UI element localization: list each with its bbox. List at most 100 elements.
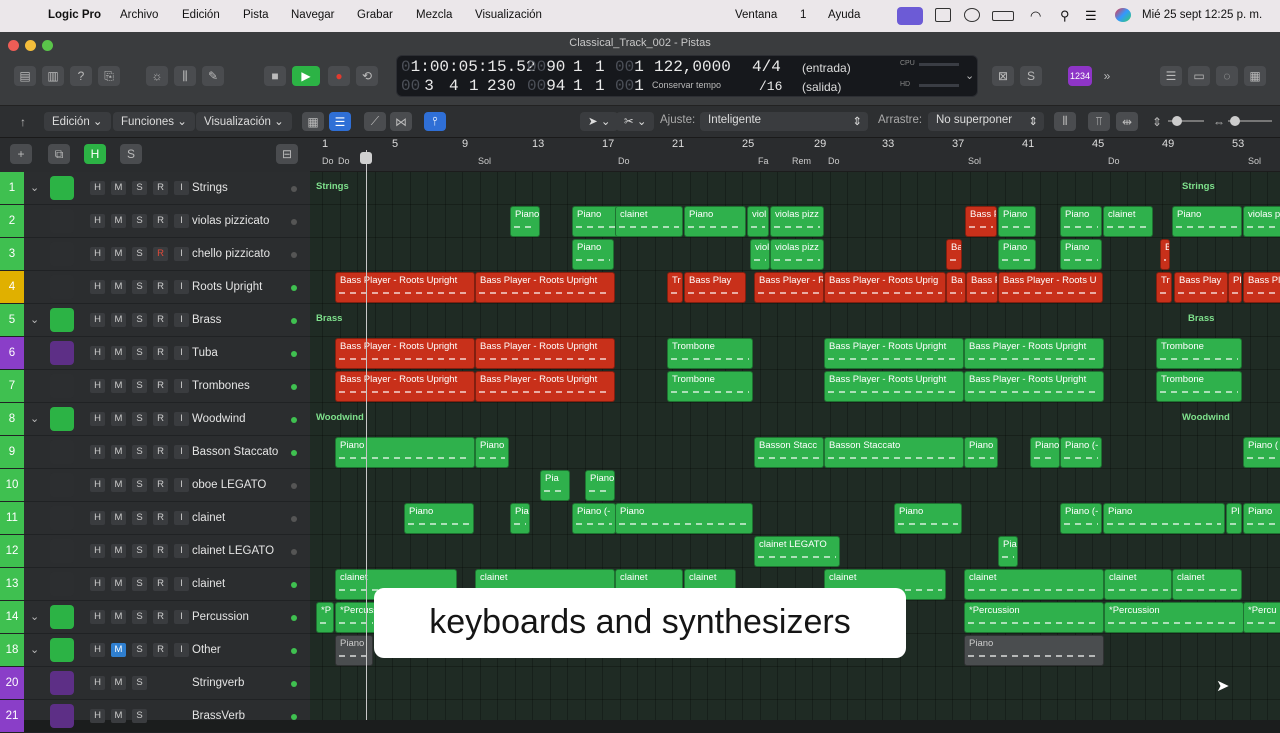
back-arrow-icon[interactable]: ↑ [12, 112, 34, 132]
midi-region[interactable]: *Percu [1243, 602, 1280, 633]
menu-archivo[interactable]: Archivo [120, 9, 158, 21]
quick-help-icon[interactable]: ? [70, 66, 92, 86]
midi-region[interactable]: *Percussion [335, 602, 377, 633]
input-monitor-button[interactable]: I [174, 544, 189, 558]
menu-mezcla[interactable]: Mezcla [416, 9, 452, 21]
track-row[interactable]: 7 H M S R I Trombones [0, 370, 310, 403]
track-number[interactable]: 14 [0, 601, 24, 633]
mute-button[interactable]: M [111, 412, 126, 426]
midi-region[interactable]: viol [747, 206, 769, 237]
solo-button[interactable]: S [132, 676, 147, 690]
track-number[interactable]: 6 [0, 337, 24, 369]
menu-grabar[interactable]: Grabar [357, 9, 393, 21]
toolbar-icon[interactable]: ⎘ [98, 66, 120, 86]
lcd-display[interactable]: 01:00:05:15.52 0090 1 1 001 00 3 4 1 230 … [396, 55, 978, 97]
midi-region[interactable]: Ba [1160, 239, 1170, 270]
track-activity-led[interactable] [291, 714, 297, 720]
solo-button[interactable]: S [132, 181, 147, 195]
track-name[interactable]: Tuba [192, 347, 218, 359]
midi-region[interactable]: *P [316, 602, 334, 633]
chord-marker[interactable]: Sol [1248, 156, 1261, 166]
hide-button[interactable]: H [90, 247, 105, 261]
track-row[interactable]: 18 ⌄ H M S R I Other [0, 634, 310, 667]
track-activity-led[interactable] [291, 516, 297, 522]
count-in-badge[interactable]: 1234 [1068, 66, 1092, 86]
lcd-output[interactable]: (salida) [802, 80, 841, 94]
record-button[interactable]: R [153, 511, 168, 525]
midi-region[interactable]: Pia [540, 470, 570, 501]
solo-button[interactable]: S [132, 412, 147, 426]
pointer-tool-button[interactable]: ➤ ⌄ [580, 112, 619, 131]
mute-button[interactable]: M [111, 676, 126, 690]
mute-button[interactable]: M [111, 610, 126, 624]
record-button[interactable]: R [153, 280, 168, 294]
hide-button[interactable]: H [90, 544, 105, 558]
track-activity-led[interactable] [291, 582, 297, 588]
input-monitor-button[interactable]: I [174, 346, 189, 360]
disclosure-triangle-icon[interactable]: ⌄ [30, 610, 39, 623]
track-row[interactable]: 9 H M S R I Basson Staccato [0, 436, 310, 469]
midi-region[interactable]: *Percussion [1104, 602, 1244, 633]
record-button[interactable]: R [153, 313, 168, 327]
midi-region[interactable]: Pia [998, 536, 1018, 567]
midi-region[interactable]: clainet [1172, 569, 1242, 600]
midi-region[interactable]: Trombone [1156, 338, 1242, 369]
midi-region[interactable]: Basson Staccato [824, 437, 964, 468]
track-number[interactable]: 2 [0, 205, 24, 237]
record-button[interactable]: R [153, 412, 168, 426]
wifi-icon[interactable]: ◠ [1030, 8, 1046, 23]
midi-region[interactable]: Bass Player - Roots Upright [335, 338, 475, 369]
menu-visualizacion[interactable]: Visualización [475, 9, 542, 21]
mute-button[interactable]: M [111, 379, 126, 393]
control-center-icon[interactable]: ☰ [1085, 8, 1101, 23]
track-row[interactable]: 14 ⌄ H M S R I Percussion [0, 601, 310, 634]
playhead-handle[interactable] [360, 152, 372, 164]
midi-region[interactable]: Piano [964, 437, 998, 468]
mute-button[interactable]: M [111, 511, 126, 525]
midi-region[interactable]: Trombone [667, 371, 753, 402]
midi-region[interactable]: Piano [964, 635, 1104, 666]
replace-icon[interactable]: ⊠ [992, 66, 1014, 86]
midi-region[interactable]: Bass Player - Roots Upright [335, 272, 475, 303]
midi-region[interactable]: Bass Play [684, 272, 746, 303]
midi-region[interactable]: clainet [964, 569, 1104, 600]
track-name[interactable]: Percussion [192, 611, 249, 623]
midi-region[interactable]: Pia [510, 503, 530, 534]
track-name[interactable]: BrassVerb [192, 710, 245, 722]
chord-marker[interactable]: Do [322, 156, 334, 166]
track-row[interactable]: 3 H M S R Ichello pizzicato [0, 238, 310, 271]
hide-button[interactable]: H [90, 346, 105, 360]
track-activity-led[interactable] [291, 549, 297, 555]
track-activity-led[interactable] [291, 417, 297, 423]
track-name[interactable]: Stringverb [192, 677, 244, 689]
menu-ayuda[interactable]: Ayuda [828, 9, 860, 21]
track-row[interactable]: 4 H M S R I Roots Upright [0, 271, 310, 304]
track-activity-led[interactable] [291, 483, 297, 489]
menu-navegar[interactable]: Navegar [291, 9, 334, 21]
hide-button[interactable]: H [90, 676, 105, 690]
input-monitor-button[interactable]: I [174, 313, 189, 327]
midi-region[interactable]: Bass Player - Roots U [998, 272, 1103, 303]
midi-region[interactable]: Piano [335, 437, 475, 468]
chord-marker[interactable]: Rem [792, 156, 811, 166]
hide-button[interactable]: H [90, 379, 105, 393]
add-track-button[interactable]: + [10, 144, 32, 164]
mute-button[interactable]: M [111, 346, 126, 360]
midi-region[interactable]: Piano [1060, 239, 1102, 270]
menu-app[interactable]: Logic Pro [48, 9, 101, 21]
midi-region[interactable]: Bass Player - Roots Upright [824, 338, 964, 369]
track-number[interactable]: 7 [0, 370, 24, 402]
record-button[interactable]: R [153, 610, 168, 624]
catch-icon[interactable]: ⫯ [424, 112, 446, 131]
lcd-chevron-icon[interactable]: ⌄ [965, 69, 974, 82]
track-row[interactable]: 21 H M S BrassVerb [0, 700, 310, 733]
library-icon[interactable]: ▤ [14, 66, 36, 86]
track-number[interactable]: 10 [0, 469, 24, 501]
chord-marker[interactable]: Sol [968, 156, 981, 166]
timeline-ruler[interactable]: 1 5 9 13 17 21 25 29 33 37 41 45 49 53 Do Do Sol Do Fa Rem D… [310, 138, 1280, 172]
mute-button[interactable]: M [111, 478, 126, 492]
folder-region-label[interactable]: Brass [1188, 313, 1214, 324]
hide-button[interactable]: H [90, 214, 105, 228]
midi-region[interactable]: Bass Player - Roots Upright [754, 272, 824, 303]
track-activity-led[interactable] [291, 615, 297, 621]
